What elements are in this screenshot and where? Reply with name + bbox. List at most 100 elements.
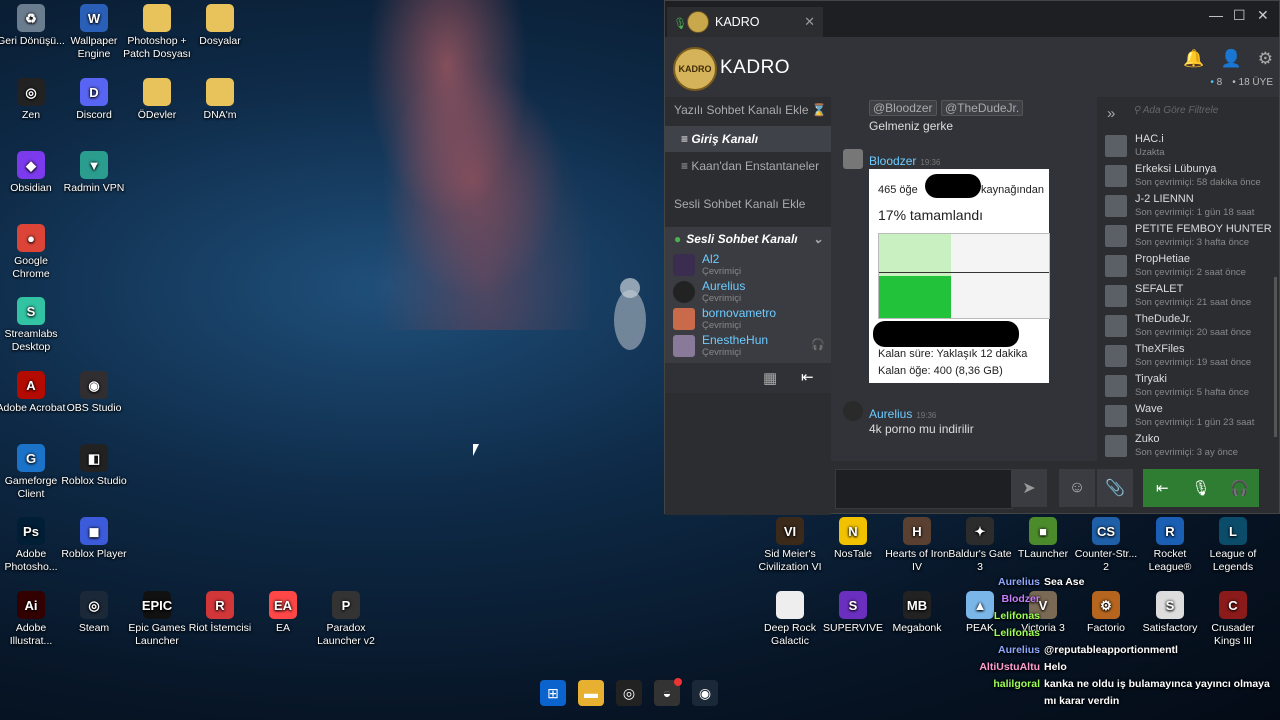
desktop-icon[interactable]: ◼ Roblox Player	[59, 517, 129, 561]
desktop-icon[interactable]: EA EA	[248, 591, 318, 635]
desktop-icon[interactable]: ◆ Obsidian	[0, 151, 66, 195]
desktop-icon[interactable]: ♻ Geri Dönüşü...	[0, 4, 66, 48]
gear-icon[interactable]: ⚙	[1258, 49, 1273, 69]
member-row[interactable]: Erkeksi Lübunya Son çevrimiçi: 58 dakika …	[1105, 161, 1277, 191]
desktop-icon-label: SUPERVIVE	[823, 622, 883, 634]
zen-icon[interactable]: ◎	[616, 680, 642, 706]
desktop-icon[interactable]: Ps Adobe Photosho...	[0, 517, 66, 574]
voice-member[interactable]: EnestheHun Çevrimiçi 🎧	[665, 332, 831, 359]
hoi4-icon: H	[903, 517, 931, 545]
member-row[interactable]: SEFALET Son çevrimiçi: 21 saat önce	[1105, 281, 1277, 311]
desktop-icon-label: Discord	[76, 109, 112, 121]
maximize-icon[interactable]: ☐	[1233, 7, 1246, 24]
desktop-icon[interactable]: ◎ Zen	[0, 78, 66, 122]
message-text: 4k porno mu indirilir	[869, 422, 974, 436]
add-voice-channel-button[interactable]: Sesli Sohbet Kanalı Ekle	[665, 197, 831, 217]
mention-bloodzer[interactable]: @Bloodzer	[869, 100, 937, 116]
windows-start-icon[interactable]: ⊞	[540, 680, 566, 706]
drg-icon	[776, 591, 804, 619]
tab-kadro[interactable]: 🎙 KADRO ✕	[667, 7, 823, 37]
channel-kaan[interactable]: ≡ Kaan'dan Enstantaneler	[665, 155, 831, 177]
desktop-icon[interactable]: ◧ Roblox Studio	[59, 444, 129, 488]
desktop-icon[interactable]: Deep Rock Galactic	[755, 591, 825, 648]
voice-channel-header[interactable]: ● Sesli Sohbet Kanalı ⌄	[665, 227, 831, 251]
mention-thedudejr[interactable]: @TheDudeJr.	[941, 100, 1024, 116]
gameforge-icon: G	[17, 444, 45, 472]
muted-icon: 🎧	[811, 339, 825, 351]
voice-member[interactable]: Al2 Çevrimiçi	[665, 251, 831, 278]
leave-voice-icon[interactable]: ⇤	[801, 368, 814, 386]
member-filter[interactable]: ⚲ Ada Göre Filtrele	[1133, 105, 1273, 123]
desktop-icon[interactable]: H Hearts of Iron IV	[882, 517, 952, 574]
emoji-icon[interactable]: ☺	[1059, 469, 1095, 507]
desktop-icon[interactable]: P Paradox Launcher v2	[311, 591, 381, 648]
bell-icon[interactable]: 🔔	[1183, 49, 1204, 69]
member-row[interactable]: Tiryaki Son çevrimiçi: 5 hafta önce	[1105, 371, 1277, 401]
microphone-icon[interactable]: 🎙	[1182, 469, 1221, 507]
add-text-channel-button[interactable]: Yazılı Sohbet Kanalı Ekle ⌛	[665, 103, 831, 123]
desktop-icon[interactable]: A Adobe Acrobat	[0, 371, 66, 415]
desktop-icon[interactable]: Ai Adobe Illustrat...	[0, 591, 66, 648]
voice-member[interactable]: Aurelius Çevrimiçi	[665, 278, 831, 305]
member-row[interactable]: PETITE FEMBOY HUNTER Son çevrimiçi: 3 haf…	[1105, 221, 1277, 251]
desktop-icon[interactable]: L League of Legends	[1198, 517, 1268, 574]
close-window-icon[interactable]: ✕	[1257, 7, 1269, 24]
member-row[interactable]: TheXFiles Son çevrimiçi: 19 saat önce	[1105, 341, 1277, 371]
desktop-icon[interactable]: R Rocket League®	[1135, 517, 1205, 574]
voice-member[interactable]: bornovametro Çevrimiçi	[665, 305, 831, 332]
voice-actions: ⇤ 🎙 🎧	[1143, 469, 1259, 507]
desktop-icon[interactable]: N NosTale	[818, 517, 888, 561]
add-member-icon[interactable]: 👤	[1221, 49, 1242, 69]
desktop-icon[interactable]: EPIC Epic Games Launcher	[122, 591, 192, 648]
desktop-icon[interactable]: ▼ Radmin VPN	[59, 151, 129, 195]
desktop-icon[interactable]: CS Counter-Str... 2	[1071, 517, 1141, 574]
close-tab-icon[interactable]: ✕	[804, 14, 815, 30]
avatar[interactable]	[843, 149, 863, 169]
desktop-icon[interactable]: DNA'm	[185, 78, 255, 122]
collapse-icon[interactable]: »	[1107, 105, 1115, 122]
member-row[interactable]: HAC.i Uzakta	[1105, 131, 1277, 161]
calendar-icon[interactable]: ▦	[763, 369, 777, 387]
desktop-icon[interactable]: S SUPERVIVE	[818, 591, 888, 635]
steam-icon[interactable]: ◉	[692, 680, 718, 706]
minimize-icon[interactable]: —	[1209, 7, 1223, 23]
desktop-icon[interactable]: ✦ Baldur's Gate 3	[945, 517, 1015, 574]
desktop-icon[interactable]: VI Sid Meier's Civilization VI	[755, 517, 825, 574]
desktop-icon[interactable]: W Wallpaper Engine	[59, 4, 129, 61]
desktop-icon[interactable]: Photoshop + Patch Dosyası	[122, 4, 192, 61]
desktop-icon[interactable]: ◉ OBS Studio	[59, 371, 129, 415]
desktop-icon[interactable]: ● Google Chrome	[0, 224, 66, 281]
mention-row: @Bloodzer @TheDudeJr.	[869, 99, 1024, 117]
lol-icon: L	[1219, 517, 1247, 545]
member-row[interactable]: PropHetiae Son çevrimiçi: 2 saat önce	[1105, 251, 1277, 281]
desktop-icon[interactable]: ◎ Steam	[59, 591, 129, 635]
author-name[interactable]: Aurelius	[869, 407, 912, 421]
desktop-icon[interactable]: R Riot İstemcisi	[185, 591, 255, 635]
desktop-icon-label: Rocket League®	[1148, 548, 1192, 573]
desktop-icon[interactable]: ■ TLauncher	[1008, 517, 1078, 561]
member-row[interactable]: J-2 LIENNN Son çevrimiçi: 1 gün 18 saat	[1105, 191, 1277, 221]
headphones-icon[interactable]: 🎧	[1220, 469, 1259, 507]
file-explorer-icon[interactable]: ▬	[578, 680, 604, 706]
avatar[interactable]	[843, 401, 863, 421]
desktop-icon-label: Steam	[78, 622, 110, 634]
desktop-icon[interactable]: G Gameforge Client	[0, 444, 66, 501]
clipchamp-icon[interactable]: ◒	[654, 678, 682, 706]
leave-voice-icon[interactable]: ⇤	[1143, 469, 1182, 507]
desktop-icon[interactable]: D Discord	[59, 78, 129, 122]
attach-icon[interactable]: 📎	[1097, 469, 1133, 507]
desktop-icon[interactable]: MB Megabonk	[882, 591, 952, 635]
desktop-icon[interactable]: S Streamlabs Desktop	[0, 297, 66, 354]
member-row[interactable]: Wave Son çevrimiçi: 1 gün 23 saat	[1105, 401, 1277, 431]
author-name[interactable]: Bloodzer	[869, 154, 916, 168]
desktop-icon[interactable]: ÖDevler	[122, 78, 192, 122]
chevron-down-icon[interactable]: ⌄	[813, 232, 823, 246]
channel-giris[interactable]: ≡ Giriş Kanalı	[665, 126, 831, 152]
send-icon[interactable]: ➤	[1011, 469, 1047, 507]
desktop-icon[interactable]: Dosyalar	[185, 4, 255, 48]
image-attachment[interactable]: 465 öğe kaynağından 17% tamamlandı Kalan…	[869, 169, 1050, 383]
scrollbar[interactable]	[1274, 277, 1277, 437]
member-row[interactable]: TheDudeJr. Son çevrimiçi: 20 saat önce	[1105, 311, 1277, 341]
member-row[interactable]: Zuko Son çevrimiçi: 3 ay önce	[1105, 431, 1277, 461]
message-input[interactable]	[835, 469, 1013, 509]
